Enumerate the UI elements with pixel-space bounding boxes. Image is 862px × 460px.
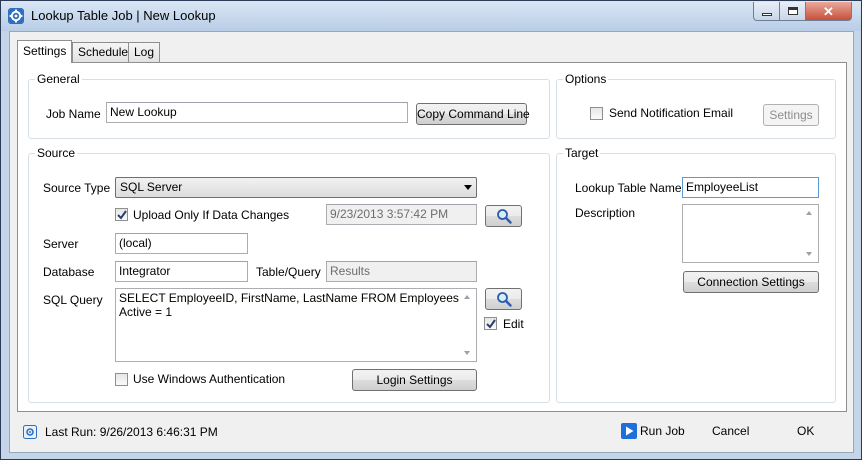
description-label: Description bbox=[575, 206, 636, 220]
tab-schedule[interactable]: Schedule bbox=[72, 42, 135, 62]
sql-query-line: Active = 1 bbox=[119, 305, 173, 319]
sql-query-line: SELECT EmployeeID, FirstName, LastName F… bbox=[119, 291, 459, 305]
tab-label: Log bbox=[134, 45, 155, 59]
edit-checkbox[interactable] bbox=[484, 317, 497, 330]
job-name-label: Job Name bbox=[46, 107, 101, 121]
magnifier-icon bbox=[497, 209, 512, 224]
scroll-up-icon[interactable] bbox=[806, 211, 812, 215]
tab-settings[interactable]: Settings bbox=[17, 40, 73, 63]
maximize-button[interactable] bbox=[780, 2, 806, 21]
minimize-button[interactable] bbox=[753, 2, 780, 21]
tab-label: Settings bbox=[23, 44, 67, 58]
gear-icon bbox=[8, 8, 24, 24]
general-group-title: General bbox=[35, 72, 82, 87]
database-field[interactable]: Integrator bbox=[115, 261, 248, 282]
maximize-icon bbox=[787, 7, 798, 15]
ok-label: OK bbox=[797, 424, 815, 438]
tab-log[interactable]: Log bbox=[128, 42, 161, 62]
scroll-down-icon[interactable] bbox=[806, 252, 812, 256]
chevron-down-icon bbox=[464, 185, 472, 190]
query-search-button[interactable] bbox=[485, 288, 522, 310]
windows-auth-label: Use Windows Authentication bbox=[133, 372, 286, 386]
checkmark-icon bbox=[486, 319, 496, 329]
target-group: Target Lookup Table Name EmployeeList De… bbox=[556, 146, 836, 403]
dialog-window: Lookup Table Job | New Lookup ✕ Settings… bbox=[0, 0, 862, 460]
edit-label: Edit bbox=[503, 317, 524, 331]
login-settings-button[interactable]: Login Settings bbox=[352, 369, 477, 391]
cancel-label: Cancel bbox=[712, 424, 750, 438]
windows-auth-checkbox[interactable] bbox=[115, 373, 128, 386]
options-group: Options Send Notification Email Settings bbox=[556, 72, 836, 139]
options-settings-button[interactable]: Settings bbox=[763, 104, 819, 126]
connection-settings-button[interactable]: Connection Settings bbox=[683, 271, 819, 293]
upload-only-checkbox[interactable] bbox=[115, 208, 128, 221]
copy-command-line-button[interactable]: Copy Command Line bbox=[416, 103, 530, 125]
last-upload-timestamp: 9/23/2013 3:57:42 PM bbox=[326, 204, 477, 225]
sql-query-textarea[interactable]: SELECT EmployeeID, FirstName, LastName F… bbox=[115, 288, 477, 362]
minimize-icon bbox=[761, 12, 772, 16]
description-textarea[interactable] bbox=[682, 204, 819, 263]
status-icon bbox=[23, 425, 37, 439]
lookup-table-name-field[interactable]: EmployeeList bbox=[682, 177, 819, 198]
cancel-button[interactable]: Cancel bbox=[700, 420, 760, 444]
database-label: Database bbox=[43, 265, 95, 279]
preview-search-button[interactable] bbox=[485, 205, 522, 227]
checkmark-icon bbox=[117, 210, 127, 220]
job-name-field[interactable]: New Lookup bbox=[106, 102, 408, 123]
sql-query-scrollbar[interactable] bbox=[459, 289, 476, 361]
run-job-label: Run Job bbox=[640, 424, 685, 438]
table-query-label: Table/Query bbox=[256, 265, 321, 279]
source-type-value: SQL Server bbox=[120, 180, 183, 194]
play-icon bbox=[621, 423, 637, 439]
table-query-field: Results bbox=[326, 261, 477, 282]
sql-query-label: SQL Query bbox=[43, 293, 103, 307]
send-notification-label: Send Notification Email bbox=[609, 106, 734, 120]
magnifier-icon bbox=[497, 292, 512, 307]
general-group: General Job Name New Lookup Copy Command… bbox=[28, 72, 550, 139]
source-group-title: Source bbox=[35, 146, 78, 161]
settings-panel: General Job Name New Lookup Copy Command… bbox=[17, 62, 847, 412]
upload-only-label: Upload Only If Data Changes bbox=[133, 208, 290, 222]
close-button[interactable]: ✕ bbox=[806, 2, 852, 21]
ok-button[interactable]: OK bbox=[780, 420, 830, 444]
window-title: Lookup Table Job | New Lookup bbox=[31, 8, 216, 23]
last-run-text: Last Run: 9/26/2013 6:46:31 PM bbox=[45, 425, 218, 439]
options-group-title: Options bbox=[563, 72, 609, 87]
target-group-title: Target bbox=[563, 146, 601, 161]
run-job-button[interactable]: Run Job bbox=[619, 420, 689, 444]
send-notification-checkbox[interactable] bbox=[590, 107, 603, 120]
source-group: Source Source Type SQL Server Upload Onl… bbox=[28, 146, 550, 403]
scroll-down-icon[interactable] bbox=[464, 351, 470, 355]
scroll-up-icon[interactable] bbox=[464, 295, 470, 299]
close-icon: ✕ bbox=[823, 3, 834, 19]
server-label: Server bbox=[43, 237, 79, 251]
lookup-table-name-label: Lookup Table Name bbox=[575, 181, 682, 195]
source-type-label: Source Type bbox=[43, 181, 111, 195]
title-bar[interactable]: Lookup Table Job | New Lookup ✕ bbox=[1, 1, 861, 31]
source-type-select[interactable]: SQL Server bbox=[115, 177, 477, 198]
description-scrollbar[interactable] bbox=[801, 205, 818, 262]
client-area: Settings Schedule Log General Job Name N… bbox=[9, 31, 854, 453]
server-field[interactable]: (local) bbox=[115, 233, 248, 254]
tab-label: Schedule bbox=[78, 45, 129, 59]
